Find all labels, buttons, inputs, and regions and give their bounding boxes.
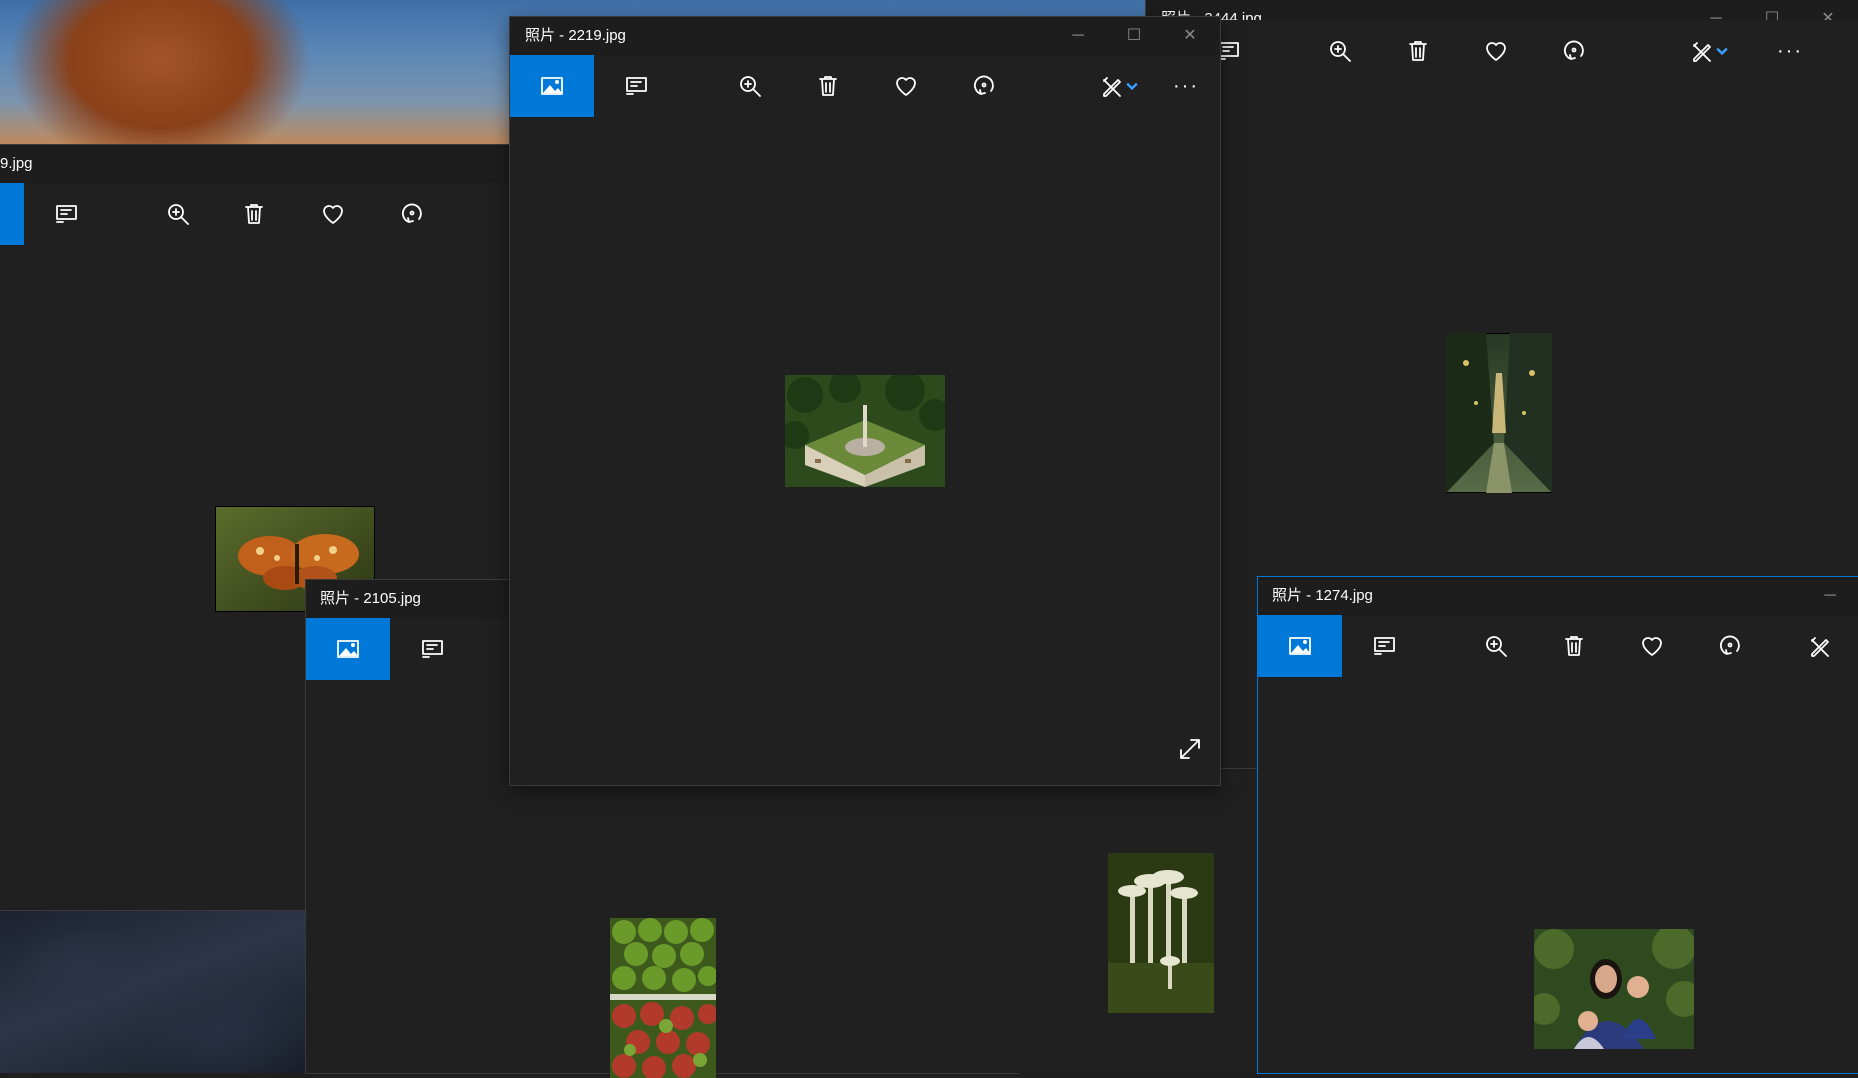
minimize-icon: ─ [1824,587,1836,604]
favorite-button[interactable] [864,55,948,117]
rotate-button[interactable] [1688,615,1772,677]
street-photo [1446,333,1552,493]
rotate-icon [1564,40,1584,60]
image-icon [1289,637,1311,655]
slideshow-button[interactable] [390,618,474,680]
fullscreen-button[interactable] [1174,733,1206,765]
mushrooms-photo [1108,853,1214,1013]
rotate-icon [1720,635,1740,655]
zoom-in-icon [740,76,761,97]
apples-photo [610,918,716,1078]
rotate-icon [402,203,422,223]
zoom-button[interactable] [136,183,220,245]
toolbar [0,183,510,245]
zoom-button[interactable] [1298,20,1382,82]
view-image-button[interactable] [510,55,594,117]
rotate-button[interactable] [1532,20,1616,82]
view-image-button[interactable] [1258,615,1342,677]
delete-button[interactable] [786,55,870,117]
family-photo [1534,929,1694,1049]
close-button[interactable]: ✕ [1162,17,1218,55]
edit-draw-icon [1811,637,1829,657]
slideshow-button[interactable] [594,55,678,117]
favorite-heart-icon [323,205,343,224]
slideshow-icon [56,205,77,223]
photos-window-mushrooms[interactable] [1018,770,1262,1073]
minimize-icon: ─ [1072,27,1084,44]
more-button[interactable]: ··· [1748,20,1832,82]
delete-icon [1565,636,1583,656]
edit-button[interactable] [1076,55,1160,117]
more-icon: ··· [1173,74,1199,97]
more-icon: ··· [1777,39,1803,62]
image-icon [337,640,359,658]
edit-button[interactable] [1666,20,1750,82]
slideshow-button[interactable] [1342,615,1426,677]
rotate-button[interactable] [942,55,1026,117]
slideshow-button[interactable] [24,183,108,245]
edit-button[interactable] [1806,615,1858,677]
zoom-button[interactable] [1454,615,1538,677]
titlebar[interactable]: 9.jpg [0,145,510,183]
edit-draw-icon [1693,42,1711,62]
favorite-button[interactable] [1454,20,1538,82]
delete-button[interactable] [212,183,296,245]
view-image-button[interactable] [0,183,24,245]
delete-button[interactable] [1532,615,1616,677]
favorite-heart-icon [896,77,916,96]
rotate-button[interactable] [370,183,454,245]
delete-button[interactable] [1376,20,1460,82]
desktop-wallpaper-bottom [0,910,306,1073]
slideshow-icon [1374,637,1395,655]
maximize-icon: ☐ [1126,27,1142,44]
minimize-button[interactable]: ─ [1802,577,1858,615]
favorite-button[interactable] [291,183,375,245]
image-icon [541,77,563,95]
delete-icon [819,76,837,96]
photos-window-1274[interactable]: 照片 - 1274.jpg ─ [1258,577,1858,1073]
titlebar[interactable]: 照片 - 1274.jpg ─ [1258,577,1858,615]
zoom-in-icon [168,204,189,225]
close-icon: ✕ [1183,27,1197,44]
zoom-button[interactable] [708,55,792,117]
toolbar: ··· [1146,20,1858,82]
rotate-icon [974,75,994,95]
view-image-button[interactable] [306,618,390,680]
window-title: 照片 - 2105.jpg [320,590,421,607]
window-title: 照片 - 1274.jpg [1272,587,1373,604]
window-title: 9.jpg [0,155,33,172]
garden-photo [785,375,945,487]
delete-icon [1409,41,1427,61]
chevron-down-icon [1126,82,1138,91]
toolbar [1258,615,1858,677]
chevron-down-icon [1716,47,1728,56]
favorite-heart-icon [1642,637,1662,656]
more-button[interactable]: ··· [1156,55,1216,117]
toolbar: ··· [510,55,1220,117]
favorite-button[interactable] [1610,615,1694,677]
minimize-button[interactable]: ─ [1050,17,1106,55]
photos-window-2219[interactable]: 照片 - 2219.jpg ─ ☐ ✕ ··· [510,17,1220,785]
delete-icon [245,204,263,224]
window-title: 照片 - 2219.jpg [525,27,626,44]
maximize-button[interactable]: ☐ [1106,17,1162,55]
favorite-heart-icon [1486,42,1506,61]
slideshow-icon [626,77,647,95]
edit-draw-icon [1103,77,1121,97]
zoom-in-icon [1330,41,1351,62]
expand-icon [1180,739,1200,759]
zoom-in-icon [1486,636,1507,657]
slideshow-icon [422,640,443,658]
titlebar[interactable]: 照片 - 2219.jpg ─ ☐ ✕ [510,17,1220,55]
